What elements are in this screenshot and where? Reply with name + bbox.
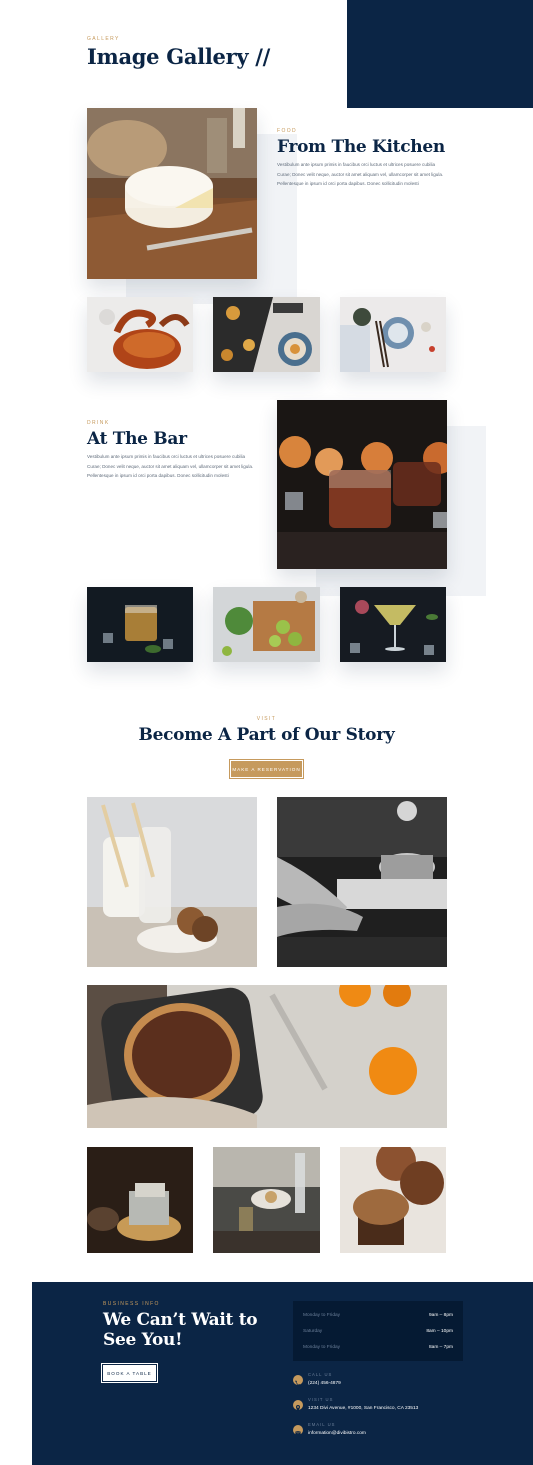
- hours-time: 9am – 8pm: [429, 1312, 453, 1318]
- hours-row: Saturday 8am – 10pm: [303, 1323, 453, 1339]
- kitchen-feature-image[interactable]: [87, 108, 257, 279]
- hours-time: 8am – 7pm: [429, 1344, 453, 1350]
- contact-value: (224) 456-4879: [308, 1381, 341, 1386]
- story-thumb-cheese[interactable]: [87, 1147, 193, 1253]
- contact-address[interactable]: VISIT US 1234 Divi Avenue, #1000, San Fr…: [293, 1397, 493, 1417]
- bar-eyebrow: DRINK: [87, 420, 110, 426]
- kitchen-description: Vestibulum ante ipsum primis in faucibus…: [277, 162, 444, 187]
- bar-title: At The Bar: [87, 429, 187, 449]
- hours-time: 8am – 10pm: [426, 1328, 453, 1334]
- footer-title-line1: We Can’t Wait to: [103, 1310, 258, 1330]
- contact-value: 1234 Divi Avenue, #1000, San Francisco, …: [308, 1406, 419, 1411]
- visit-title: Become A Part of Our Story: [138, 725, 395, 745]
- footer-eyebrow: BUSINESS INFO: [103, 1301, 160, 1307]
- kitchen-title: From The Kitchen: [277, 137, 445, 157]
- contact-email[interactable]: EMAIL US information@divibistro.com: [293, 1422, 493, 1442]
- gallery-eyebrow: GALLERY: [87, 36, 120, 42]
- kitchen-thumb-crab[interactable]: [87, 297, 193, 372]
- story-image-milk[interactable]: [87, 797, 257, 967]
- make-reservation-button[interactable]: MAKE A RESERVATION: [228, 758, 305, 780]
- hours-day: Saturday: [303, 1328, 323, 1334]
- contact-value: information@divibistro.com: [308, 1431, 366, 1436]
- hours-day: Monday to Friday: [303, 1312, 341, 1318]
- contact-label: EMAIL US: [308, 1422, 336, 1427]
- page-title: Image Gallery //: [87, 44, 270, 69]
- kitchen-eyebrow: FOOD: [277, 128, 298, 134]
- hours-panel: Monday to Friday 9am – 8pm Saturday 8am …: [293, 1301, 463, 1361]
- bar-description: Vestibulum ante ipsum primis in faucibus…: [87, 454, 254, 479]
- bar-thumb-limes[interactable]: [213, 587, 320, 662]
- bar-thumb-cocktail[interactable]: [340, 587, 446, 662]
- hours-row: Monday to Friday 9am – 8pm: [303, 1307, 453, 1323]
- footer-title-line2: See You!: [103, 1330, 183, 1350]
- story-image-tart[interactable]: [87, 985, 447, 1128]
- visit-eyebrow: VISIT: [256, 716, 277, 722]
- bar-feature-image[interactable]: [277, 400, 447, 569]
- story-thumb-muffins[interactable]: [340, 1147, 446, 1253]
- kitchen-thumb-plates[interactable]: [340, 297, 446, 372]
- hours-row: Monday to Friday 8am – 7pm: [303, 1339, 453, 1355]
- location-pin-icon: [293, 1400, 303, 1411]
- hours-day: Monday to Friday: [303, 1344, 341, 1350]
- contact-label: VISIT US: [308, 1397, 334, 1402]
- contact-label: CALL US: [308, 1372, 333, 1377]
- email-icon: [293, 1425, 303, 1435]
- story-image-chef[interactable]: [277, 797, 447, 967]
- book-table-button[interactable]: BOOK A TABLE: [100, 1362, 159, 1384]
- phone-icon: [293, 1375, 303, 1386]
- header-navy-block: [347, 0, 533, 108]
- bar-thumb-whiskey[interactable]: [87, 587, 193, 662]
- kitchen-thumb-pan[interactable]: [213, 297, 320, 372]
- contact-phone[interactable]: CALL US (224) 456-4879: [293, 1372, 493, 1392]
- story-thumb-table[interactable]: [213, 1147, 320, 1253]
